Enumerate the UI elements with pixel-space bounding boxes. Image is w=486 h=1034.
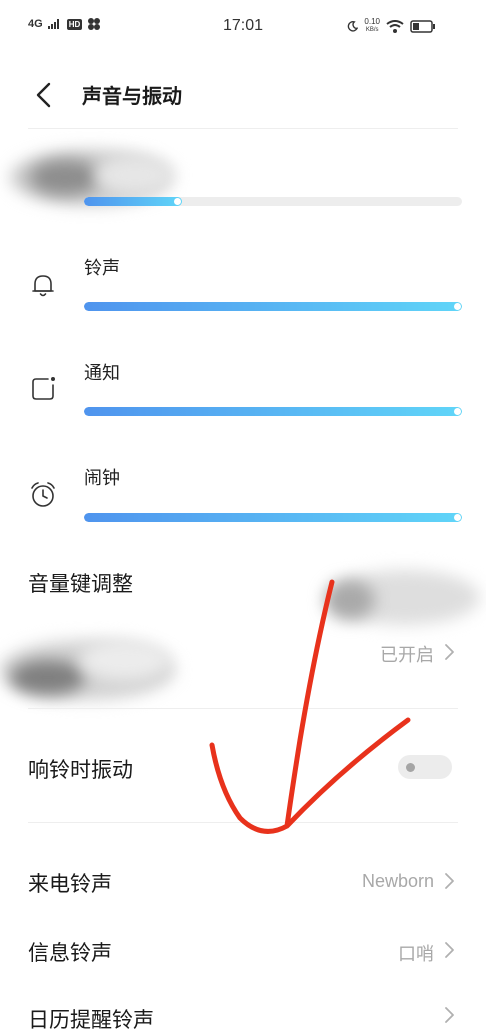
annotation-arrow-icon: [209, 579, 411, 834]
